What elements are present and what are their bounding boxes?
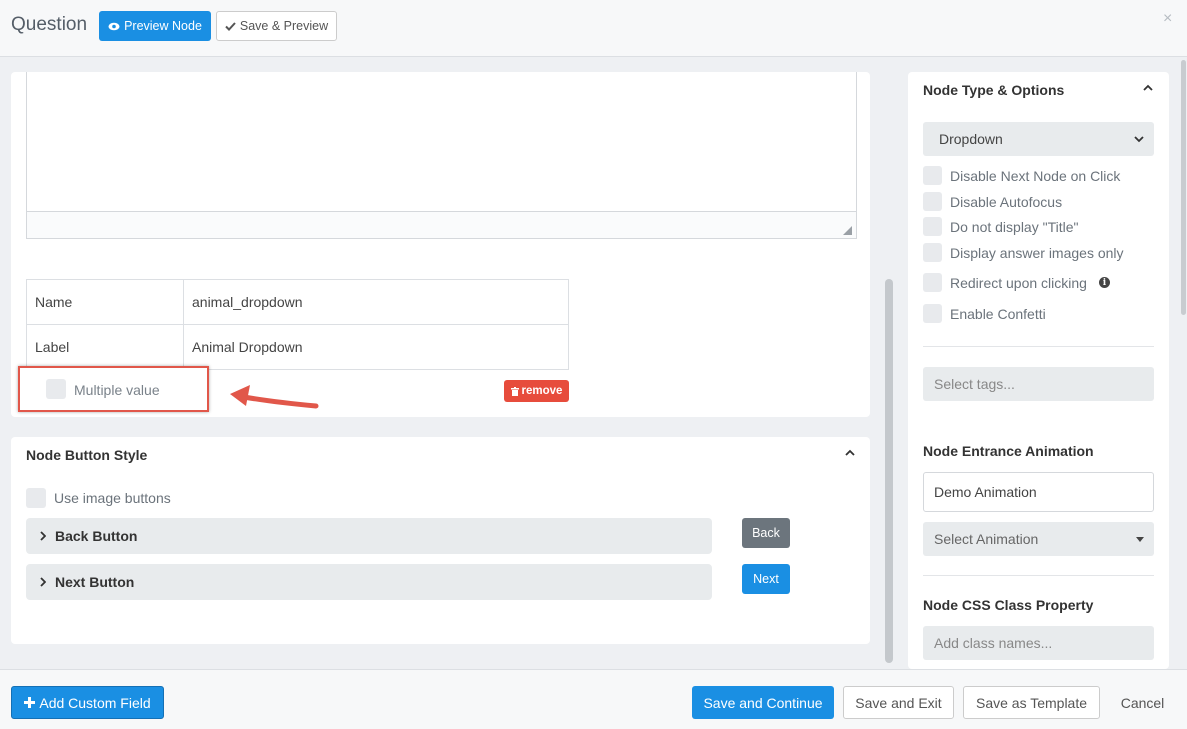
editor-footer [26, 211, 857, 239]
multiple-value-highlight: Multiple value [18, 366, 209, 412]
chevron-up-icon[interactable] [1143, 84, 1153, 91]
css-class-input[interactable]: Add class names... [923, 626, 1154, 660]
node-type-value: Dropdown [939, 131, 1003, 147]
label-value[interactable]: Animal Dropdown [183, 324, 569, 370]
remove-label: remove [521, 385, 563, 397]
add-custom-field-button[interactable]: Add Custom Field [11, 686, 164, 719]
next-button-accordion[interactable]: Next Button [26, 564, 712, 600]
tags-select[interactable]: Select tags... [923, 367, 1154, 401]
answer-images-only-option[interactable]: Display answer images only [923, 243, 1124, 262]
select-animation-label: Select Animation [934, 531, 1039, 547]
back-preview-button[interactable]: Back [742, 518, 790, 548]
chevron-up-icon[interactable] [845, 449, 855, 456]
disable-autofocus-option[interactable]: Disable Autofocus [923, 192, 1062, 211]
node-options-sidebar: Node Type & Options Dropdown Disable Nex… [908, 72, 1169, 669]
plus-icon [24, 697, 36, 708]
info-icon[interactable]: i [1098, 277, 1110, 288]
multiple-value-checkbox[interactable] [46, 379, 66, 399]
demo-animation-box[interactable]: Demo Animation [923, 472, 1154, 512]
save-preview-button[interactable]: Save & Preview [216, 11, 337, 41]
hide-title-label: Do not display "Title" [950, 218, 1079, 235]
cancel-button[interactable]: Cancel [1110, 686, 1175, 719]
chevron-down-icon [1134, 135, 1144, 142]
answer-images-only-checkbox[interactable] [923, 243, 942, 262]
add-custom-field-label: Add Custom Field [39, 694, 151, 711]
multiple-value-label: Multiple value [74, 382, 160, 398]
chevron-right-icon [40, 577, 46, 587]
redirect-label: Redirect upon clicking [950, 274, 1087, 291]
enable-confetti-checkbox[interactable] [923, 304, 942, 323]
css-class-label: Node CSS Class Property [923, 597, 1094, 613]
back-accordion-label: Back Button [55, 528, 138, 544]
modal-title: Question [11, 14, 88, 35]
table-row: Name animal_dropdown [26, 279, 569, 325]
close-icon[interactable]: × [1163, 10, 1172, 28]
trash-icon [510, 386, 519, 396]
main-scrollbar[interactable] [885, 279, 893, 663]
node-button-style-title: Node Button Style [26, 447, 148, 463]
use-image-buttons-checkbox[interactable] [26, 488, 46, 508]
save-preview-label: Save & Preview [239, 19, 329, 33]
node-type-select[interactable]: Dropdown [923, 122, 1154, 156]
label-key: Label [26, 324, 184, 370]
hide-title-option[interactable]: Do not display "Title" [923, 217, 1078, 236]
divider [923, 346, 1154, 347]
disable-next-node-option[interactable]: Disable Next Node on Click [923, 166, 1120, 185]
eye-icon [108, 22, 120, 30]
use-image-buttons-option[interactable]: Use image buttons [26, 488, 171, 508]
redirect-checkbox[interactable] [923, 273, 942, 292]
sidebar-scrollbar[interactable] [1181, 60, 1186, 315]
modal-footer: Add Custom Field Save and Continue Save … [0, 669, 1187, 729]
chevron-right-icon [40, 531, 46, 541]
disable-next-node-checkbox[interactable] [923, 166, 942, 185]
next-accordion-label: Next Button [55, 574, 135, 590]
node-button-style-panel: Node Button Style Use image buttons Back… [11, 437, 870, 644]
enable-confetti-label: Enable Confetti [950, 305, 1046, 322]
preview-node-button[interactable]: Preview Node [99, 11, 211, 41]
hide-title-checkbox[interactable] [923, 217, 942, 236]
preview-node-label: Preview Node [124, 19, 202, 33]
divider [923, 575, 1154, 576]
use-image-buttons-label: Use image buttons [54, 490, 171, 506]
disable-next-node-label: Disable Next Node on Click [950, 167, 1121, 184]
redirect-option[interactable]: Redirect upon clicking i [923, 273, 1110, 292]
modal-header: Question Preview Node Save & Preview × [0, 0, 1187, 57]
answer-images-only-label: Display answer images only [950, 244, 1124, 261]
next-preview-button[interactable]: Next [742, 564, 790, 594]
check-icon [225, 21, 236, 31]
table-row: Label Animal Dropdown [26, 324, 569, 370]
disable-autofocus-checkbox[interactable] [923, 192, 942, 211]
name-value[interactable]: animal_dropdown [183, 279, 569, 325]
remove-button[interactable]: remove [504, 380, 569, 402]
name-key: Name [26, 279, 184, 325]
save-continue-button[interactable]: Save and Continue [692, 686, 834, 719]
node-type-options-title: Node Type & Options [923, 82, 1065, 98]
question-content-panel: Name animal_dropdown Label Animal Dropdo… [11, 72, 870, 417]
caret-down-icon [1136, 536, 1144, 542]
save-template-button[interactable]: Save as Template [963, 686, 1100, 719]
back-button-accordion[interactable]: Back Button [26, 518, 712, 554]
select-animation-dropdown[interactable]: Select Animation [923, 522, 1154, 556]
enable-confetti-option[interactable]: Enable Confetti [923, 304, 1046, 323]
arrow-icon [230, 385, 319, 409]
save-exit-button[interactable]: Save and Exit [843, 686, 954, 719]
entrance-animation-label: Node Entrance Animation [923, 443, 1094, 459]
disable-autofocus-label: Disable Autofocus [950, 193, 1063, 210]
field-properties-table: Name animal_dropdown Label Animal Dropdo… [26, 279, 569, 370]
resize-grip-icon[interactable] [843, 226, 852, 235]
